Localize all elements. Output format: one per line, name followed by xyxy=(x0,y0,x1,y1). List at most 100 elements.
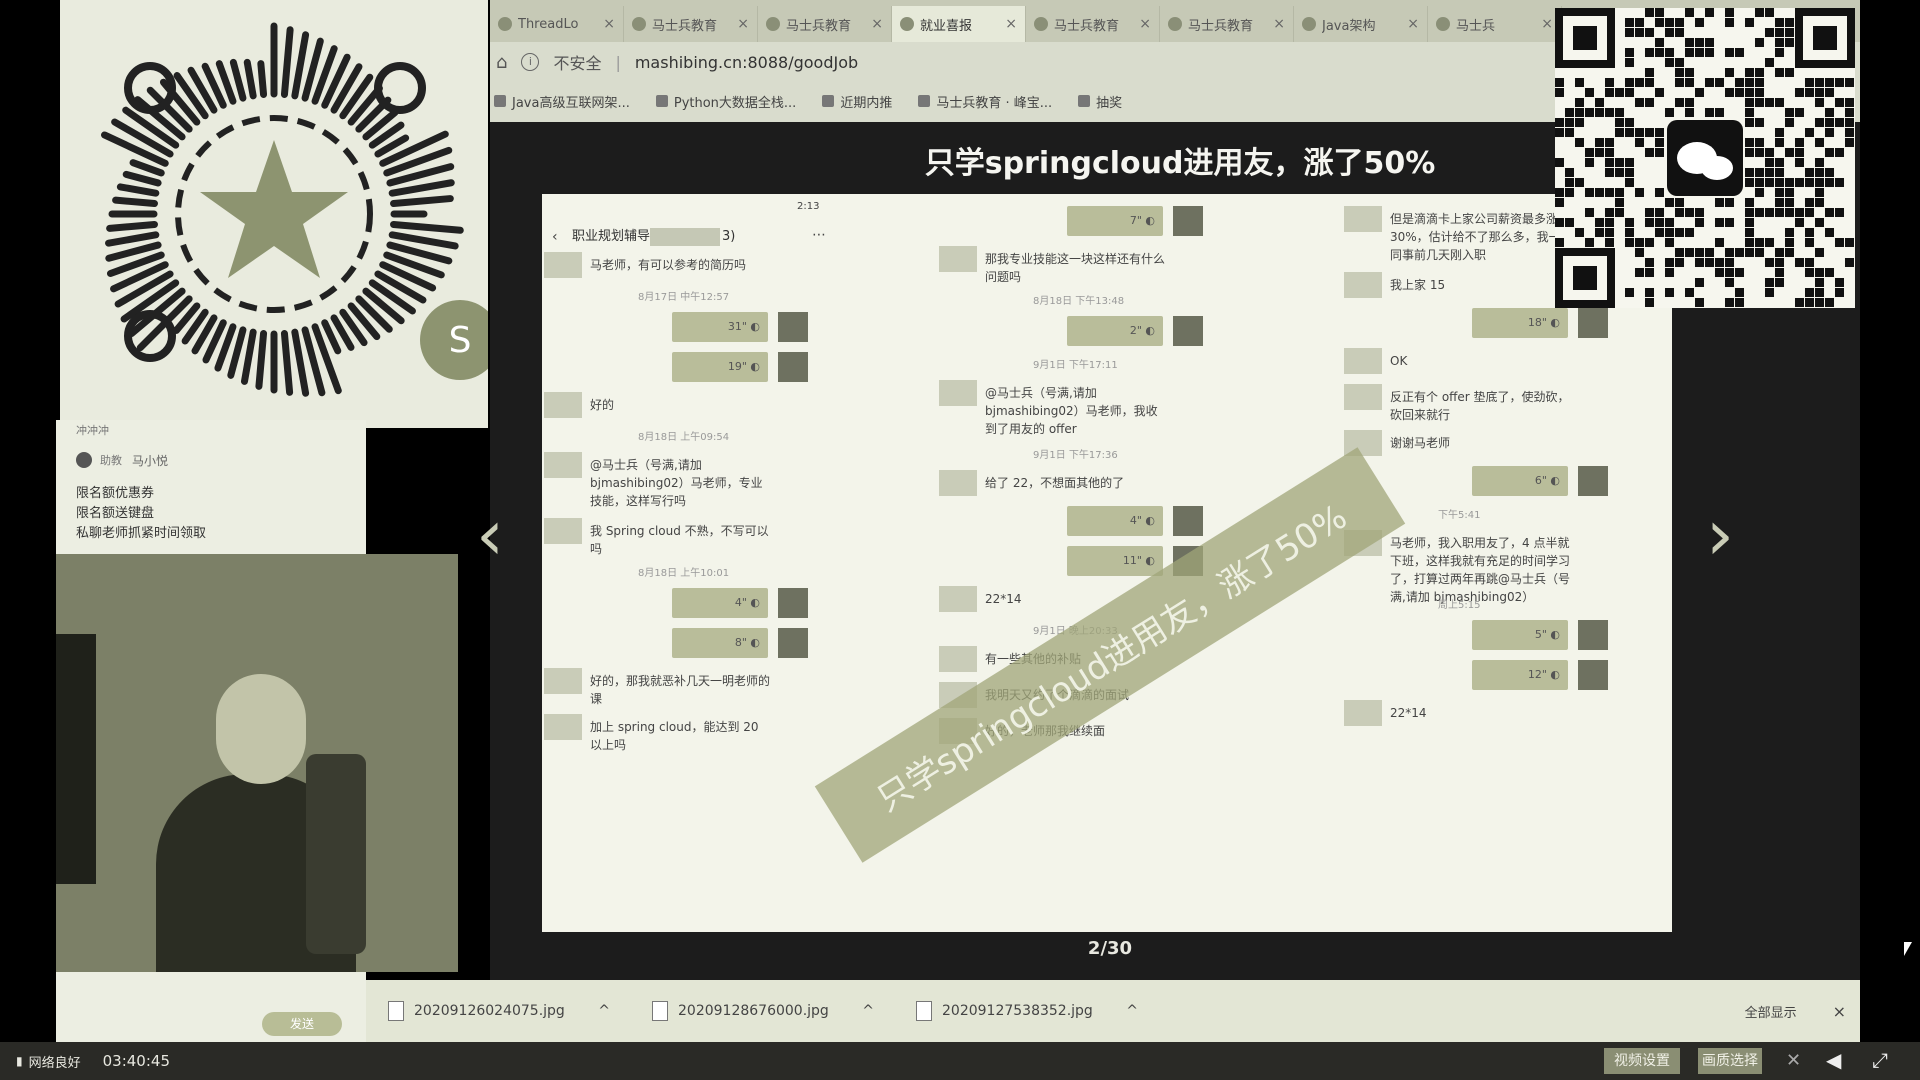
next-slide-arrow[interactable]: › xyxy=(1700,500,1740,570)
download-item[interactable]: 20209127538352.jpg ^ xyxy=(894,1001,1158,1021)
tab-favicon-icon xyxy=(766,17,780,31)
url-text[interactable]: mashibing.cn:8088/goodJob xyxy=(635,53,858,72)
qr-cell xyxy=(1655,48,1664,57)
home-icon[interactable]: ⌂ xyxy=(496,52,507,73)
qr-cell xyxy=(1745,208,1754,217)
qr-cell xyxy=(1775,168,1784,177)
qr-cell xyxy=(1825,108,1834,117)
voice-message: 5" ◐ xyxy=(1472,620,1568,650)
browser-tab[interactable]: 马士兵教育 × xyxy=(1026,6,1160,42)
qr-ray xyxy=(291,328,310,397)
redacted-name xyxy=(650,228,720,246)
qr-cell xyxy=(1815,298,1824,307)
qr-cell xyxy=(1555,78,1564,87)
qr-cell xyxy=(1795,178,1804,187)
send-button[interactable]: 发送 xyxy=(262,1012,342,1036)
qr-cell xyxy=(1665,58,1674,67)
qr-cell xyxy=(1765,178,1774,187)
svg-text:S: S xyxy=(449,320,472,361)
slide-title: 只学springcloud进用友，涨了50% xyxy=(924,146,1436,181)
bookmark-item[interactable]: 近期内推 xyxy=(822,92,892,111)
tab-close-icon[interactable]: × xyxy=(1407,16,1419,32)
tab-close-icon[interactable]: × xyxy=(737,16,749,32)
browser-tab[interactable]: 就业喜报 × xyxy=(892,6,1026,42)
qr-cell xyxy=(1655,18,1664,27)
qr-cell xyxy=(1705,8,1714,17)
qr-cell xyxy=(1815,198,1824,207)
tab-close-icon[interactable]: × xyxy=(1005,16,1017,32)
fullscreen-icon[interactable]: ⤢ xyxy=(1872,1048,1888,1072)
qr-cell xyxy=(1755,8,1764,17)
browser-tab[interactable]: ThreadLo × xyxy=(490,6,624,42)
qr-cell xyxy=(1725,258,1734,267)
browser-tab[interactable]: 马士兵教育 × xyxy=(758,6,892,42)
qr-cell xyxy=(1695,38,1704,47)
chat-timestamp: 周上5:15 xyxy=(1438,600,1481,611)
chevron-up-icon[interactable]: ^ xyxy=(598,1003,610,1019)
qr-cell xyxy=(1785,28,1794,37)
prev-slide-arrow[interactable]: ‹ xyxy=(470,500,510,570)
qr-cell xyxy=(1775,198,1784,207)
tab-close-icon[interactable]: × xyxy=(1273,16,1285,32)
qr-ray xyxy=(116,183,160,197)
download-item[interactable]: 20209126024075.jpg ^ xyxy=(366,1001,630,1021)
quality-select-button[interactable]: 画质选择 xyxy=(1698,1048,1762,1074)
chevron-up-icon[interactable]: ^ xyxy=(862,1003,874,1019)
qr-cell xyxy=(1655,88,1664,97)
download-item[interactable]: 20209128676000.jpg ^ xyxy=(630,1001,894,1021)
info-icon[interactable]: i xyxy=(521,53,540,71)
bookmark-item[interactable]: 抽奖 xyxy=(1078,92,1122,111)
close-downloads-icon[interactable]: × xyxy=(1833,1002,1846,1021)
qr-cell xyxy=(1785,238,1794,247)
qr-cell xyxy=(1805,258,1814,267)
qr-cell xyxy=(1625,18,1634,27)
chat-avatar-right xyxy=(1578,308,1608,338)
qr-cell xyxy=(1625,118,1634,127)
tab-close-icon[interactable]: × xyxy=(603,16,615,32)
tab-close-icon[interactable]: × xyxy=(1139,16,1151,32)
chat-avatar-right xyxy=(1578,466,1608,496)
mic-muted-icon[interactable]: ✕ xyxy=(1786,1050,1801,1071)
download-filename: 20209126024075.jpg xyxy=(414,1003,565,1019)
video-settings-button[interactable]: 视频设置 xyxy=(1604,1048,1680,1074)
chat-avatar-left xyxy=(544,452,582,478)
browser-tab[interactable]: 马士兵教育 × xyxy=(1160,6,1294,42)
qr-cell xyxy=(1635,18,1644,27)
qr-cell xyxy=(1655,138,1664,147)
qr-cell xyxy=(1815,78,1824,87)
download-filename: 20209127538352.jpg xyxy=(942,1003,1093,1019)
show-all-downloads[interactable]: 全部显示 xyxy=(1745,1002,1797,1021)
browser-tab[interactable]: 马士兵教育 × xyxy=(624,6,758,42)
tab-close-icon[interactable]: × xyxy=(1541,16,1553,32)
qr-ray xyxy=(240,328,257,385)
qr-cell xyxy=(1795,148,1804,157)
qr-ray xyxy=(122,170,162,187)
qr-cell xyxy=(1555,118,1564,127)
browser-tab[interactable]: Java架构 × xyxy=(1294,6,1428,42)
monitor-silhouette xyxy=(56,634,96,884)
bookmark-item[interactable]: Java高级互联网架... xyxy=(494,92,630,111)
qr-cell xyxy=(1765,158,1774,167)
qr-cell xyxy=(1565,178,1574,187)
qr-cell xyxy=(1765,168,1774,177)
qr-cell xyxy=(1825,88,1834,97)
qr-cell xyxy=(1615,128,1624,137)
chevron-up-icon[interactable]: ^ xyxy=(1126,1003,1138,1019)
volume-icon[interactable]: ◀ xyxy=(1826,1048,1841,1072)
qr-cell xyxy=(1675,58,1684,67)
chat-avatar-right xyxy=(778,628,808,658)
tab-close-icon[interactable]: × xyxy=(871,16,883,32)
browser-tab[interactable]: 马士兵 × xyxy=(1428,6,1562,42)
qr-cell xyxy=(1555,88,1564,97)
qr-cell xyxy=(1595,188,1604,197)
qr-ray xyxy=(243,58,257,100)
bookmark-item[interactable]: 马士兵教育 · 峰宝... xyxy=(918,92,1052,111)
chat-timestamp: 9月1日 下午17:36 xyxy=(1033,450,1118,461)
qr-cell xyxy=(1835,148,1844,157)
qr-cell xyxy=(1805,298,1814,307)
qr-cell xyxy=(1835,208,1844,217)
qr-cell xyxy=(1845,98,1854,107)
qr-cell xyxy=(1765,28,1774,37)
qr-cell xyxy=(1595,108,1604,117)
bookmark-item[interactable]: Python大数据全栈... xyxy=(655,92,796,111)
